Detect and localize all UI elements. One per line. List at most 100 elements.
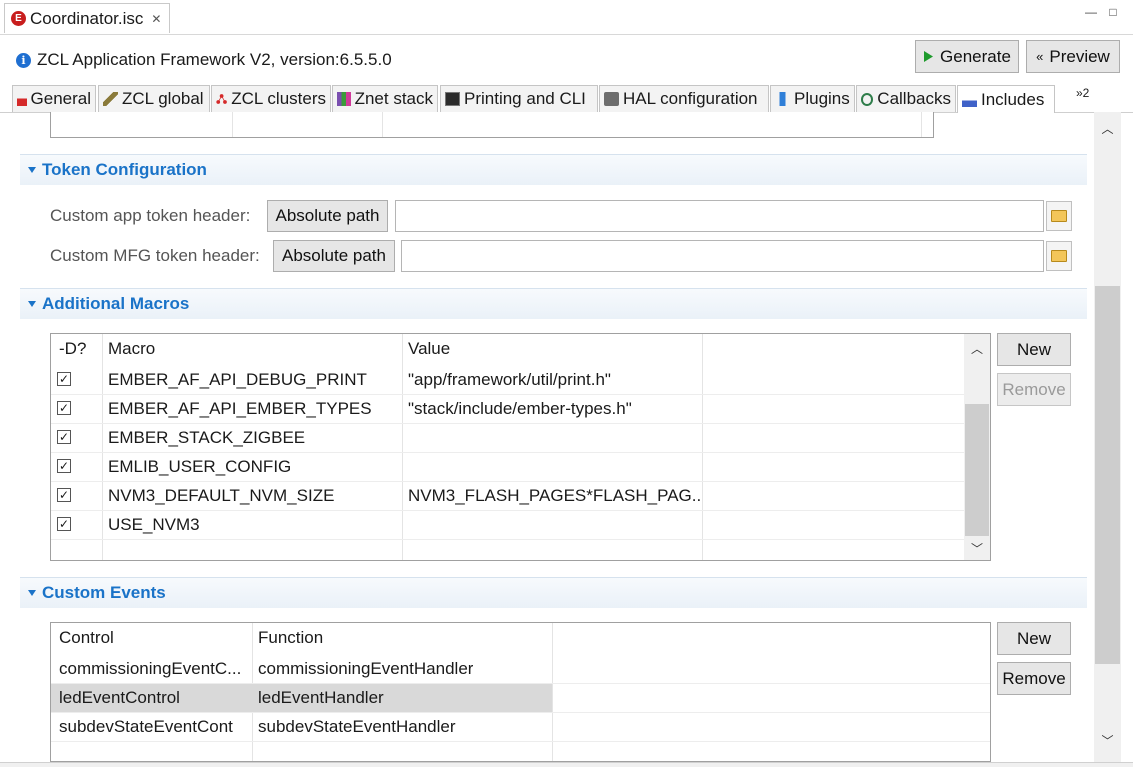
minimize-icon[interactable]: — xyxy=(1084,5,1098,19)
tab-printing-cli[interactable]: Printing and CLI xyxy=(440,85,598,112)
scroll-thumb[interactable] xyxy=(965,404,989,536)
tab-label: HAL configuration xyxy=(623,89,758,108)
macro-name: USE_NVM3 xyxy=(108,515,200,534)
tab-label: Printing and CLI xyxy=(464,89,586,108)
custom-events-header[interactable]: Custom Events xyxy=(20,577,1087,608)
macro-name: EMLIB_USER_CONFIG xyxy=(108,457,292,476)
event-function: subdevStateEventHandler xyxy=(258,717,456,736)
event-row[interactable]: commissioningEventC... commissioningEven… xyxy=(51,655,990,684)
play-icon xyxy=(924,51,934,62)
col-header-macro[interactable]: Macro xyxy=(102,334,155,364)
checkbox[interactable]: ✓ xyxy=(57,488,71,502)
macro-value: "app/framework/util/print.h" xyxy=(408,370,611,389)
event-row[interactable]: subdevStateEventCont subdevStateEventHan… xyxy=(51,713,990,742)
checkbox[interactable]: ✓ xyxy=(57,517,71,531)
tab-label: ZCL clusters xyxy=(231,89,326,108)
macro-name: EMBER_AF_API_EMBER_TYPES xyxy=(108,399,372,418)
tab-znet-stack[interactable]: Znet stack xyxy=(332,85,438,112)
events-remove-button[interactable]: Remove xyxy=(997,662,1071,695)
app-browse-button[interactable] xyxy=(1046,201,1072,231)
token-configuration-header[interactable]: Token Configuration xyxy=(20,154,1087,185)
preview-label: Preview xyxy=(1049,46,1110,66)
editor-tab-title: Coordinator.isc xyxy=(30,8,144,28)
custom-mfg-token-label: Custom MFG token header: xyxy=(50,246,260,265)
tab-general[interactable]: General xyxy=(12,85,96,112)
tab-includes[interactable]: Includes xyxy=(957,85,1055,113)
tab-zcl-clusters[interactable]: ZCL clusters xyxy=(211,85,331,112)
macro-value xyxy=(402,511,408,539)
bottom-border xyxy=(0,762,1133,767)
tab-label: ZCL global xyxy=(122,89,204,108)
macro-row[interactable]: ✓ EMBER_AF_API_EMBER_TYPES "stack/includ… xyxy=(51,395,990,424)
mfg-browse-button[interactable] xyxy=(1046,241,1072,271)
scroll-down-icon[interactable]: ﹀ xyxy=(1094,732,1121,749)
tab-label: Callbacks xyxy=(877,89,951,108)
macro-row[interactable]: ✓ EMBER_STACK_ZIGBEE xyxy=(51,424,990,453)
macros-table[interactable]: -D? Macro Value ✓ EMBER_AF_API_DEBUG_PRI… xyxy=(50,333,991,561)
expand-triangle-icon xyxy=(28,590,36,596)
col-header-control[interactable]: Control xyxy=(53,623,114,653)
wrench-icon xyxy=(103,92,118,106)
editor-tab-coordinator[interactable]: E Coordinator.isc ✕ xyxy=(4,3,171,33)
stack-icon xyxy=(337,92,351,106)
scroll-down-icon[interactable]: ﹀ xyxy=(964,540,990,557)
terminal-icon xyxy=(445,92,460,106)
tab-label: Includes xyxy=(981,89,1045,109)
scroll-up-icon[interactable]: ︿ xyxy=(1094,120,1121,137)
mfg-token-header-input[interactable] xyxy=(401,240,1044,272)
app-token-header-input[interactable] xyxy=(395,200,1044,232)
macro-row[interactable]: ✓ USE_NVM3 xyxy=(51,511,990,540)
includes-table-partial xyxy=(50,112,934,138)
mfg-absolute-path-button[interactable]: Absolute path xyxy=(273,240,395,272)
event-control: subdevStateEventCont xyxy=(59,717,233,736)
macro-row[interactable]: ✓ EMBER_AF_API_DEBUG_PRINT "app/framewor… xyxy=(51,366,990,395)
tab-hal-configuration[interactable]: HAL configuration xyxy=(599,85,769,112)
clusters-icon xyxy=(216,94,227,104)
tab-label: Plugins xyxy=(794,89,850,108)
events-table[interactable]: Control Function commissioningEventC... … xyxy=(50,622,991,762)
section-title: Additional Macros xyxy=(42,294,190,313)
section-title: Token Configuration xyxy=(42,160,207,179)
checkbox[interactable]: ✓ xyxy=(57,372,71,386)
page-scrollbar[interactable]: ︿ ﹀ xyxy=(1094,112,1121,762)
macro-name: EMBER_AF_API_DEBUG_PRINT xyxy=(108,370,367,389)
tabs-overflow-button[interactable]: »2 xyxy=(1076,86,1089,100)
checkbox[interactable]: ✓ xyxy=(57,459,71,473)
col-header-define[interactable]: -D? xyxy=(53,334,86,364)
tab-callbacks[interactable]: Callbacks xyxy=(856,85,956,112)
tab-plugins[interactable]: Plugins xyxy=(770,85,855,112)
plugin-icon xyxy=(775,92,790,106)
scroll-thumb[interactable] xyxy=(1095,286,1120,664)
close-tab-icon[interactable]: ✕ xyxy=(151,12,161,26)
expand-triangle-icon xyxy=(28,301,36,307)
editor-tab-bar: E Coordinator.isc ✕ — □ xyxy=(0,0,1133,35)
general-icon xyxy=(17,92,27,106)
preview-button[interactable]: « Preview xyxy=(1026,40,1120,73)
macro-name: EMBER_STACK_ZIGBEE xyxy=(108,428,306,447)
event-control: ledEventControl xyxy=(59,688,180,707)
checkbox[interactable]: ✓ xyxy=(57,401,71,415)
double-chevron-left-icon: « xyxy=(1036,49,1044,64)
checkbox[interactable]: ✓ xyxy=(57,430,71,444)
col-header-value[interactable]: Value xyxy=(402,334,450,364)
maximize-icon[interactable]: □ xyxy=(1106,5,1120,19)
callbacks-icon xyxy=(861,92,874,106)
macro-row[interactable]: ✓ EMLIB_USER_CONFIG xyxy=(51,453,990,482)
additional-macros-header[interactable]: Additional Macros xyxy=(20,288,1087,319)
tab-label: Znet stack xyxy=(354,89,433,108)
event-row-selected[interactable]: ledEventControl ledEventHandler xyxy=(51,684,990,713)
event-function: commissioningEventHandler xyxy=(258,659,474,678)
macros-scrollbar[interactable]: ︿ ﹀ xyxy=(964,334,990,560)
scroll-up-icon[interactable]: ︿ xyxy=(964,340,990,357)
includes-page: Token Configuration Custom app token hea… xyxy=(10,112,1094,762)
macro-value xyxy=(402,424,408,452)
framework-title: ZCL Application Framework V2, version:6.… xyxy=(37,50,392,69)
app-absolute-path-button[interactable]: Absolute path xyxy=(267,200,388,232)
col-header-function[interactable]: Function xyxy=(252,623,323,653)
macros-remove-button[interactable]: Remove xyxy=(997,373,1071,406)
tab-zcl-global[interactable]: ZCL global xyxy=(98,85,210,112)
events-new-button[interactable]: New xyxy=(997,622,1071,655)
generate-button[interactable]: Generate xyxy=(915,40,1019,73)
macro-row[interactable]: ✓ NVM3_DEFAULT_NVM_SIZE NVM3_FLASH_PAGES… xyxy=(51,482,990,511)
macros-new-button[interactable]: New xyxy=(997,333,1071,366)
